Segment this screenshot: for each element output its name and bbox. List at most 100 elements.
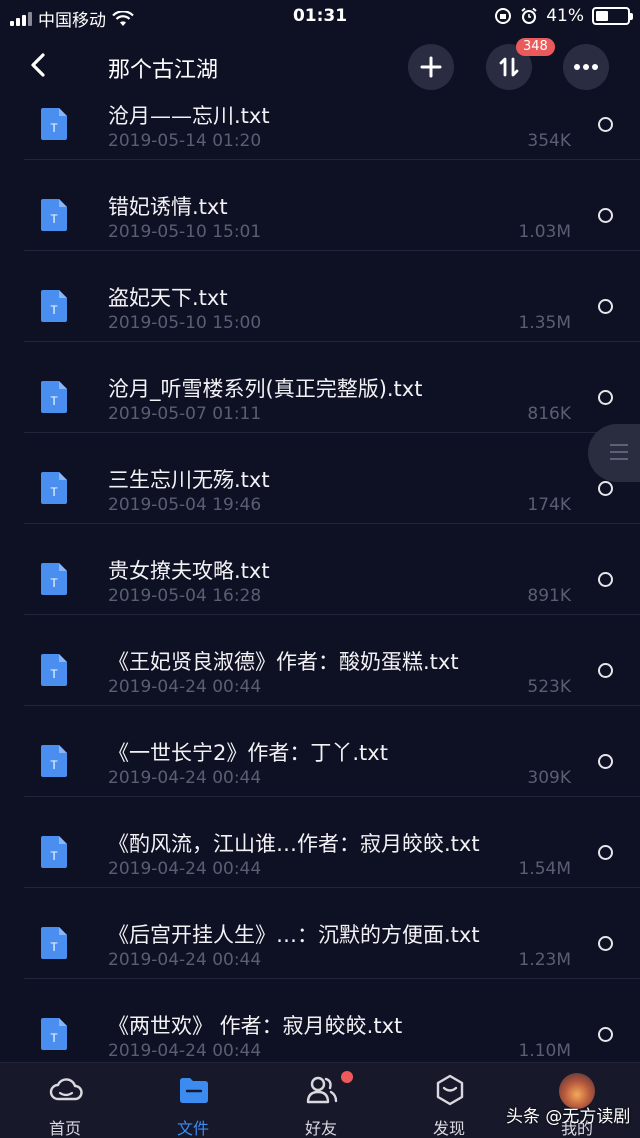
tab-files[interactable]: 文件 (153, 1063, 233, 1138)
file-name: 贵女撩夫攻略.txt (108, 559, 270, 583)
file-list[interactable]: T 沧月——忘川.txt 2019-05-14 01:20 354K T 错妃诱情.txt… (0, 88, 640, 1062)
tab-friends-label: 好友 (304, 1119, 337, 1138)
page-title: 那个古江湖 (108, 58, 219, 83)
svg-text:T: T (50, 303, 58, 317)
file-row[interactable]: T 盗妃天下.txt 2019-05-10 15:00 1.35M (0, 251, 640, 342)
file-size: 1.23M (518, 950, 571, 970)
svg-text:T: T (50, 576, 58, 590)
svg-text:T: T (50, 394, 58, 408)
select-radio[interactable] (598, 663, 613, 678)
friends-icon (306, 1076, 338, 1104)
file-name: 沧月——忘川.txt (108, 104, 270, 128)
file-date: 2019-05-10 15:00 (108, 313, 262, 333)
more-button[interactable] (563, 44, 609, 90)
file-size: 1.54M (518, 859, 571, 879)
file-name: 盗妃天下.txt (108, 286, 228, 310)
discover-icon (436, 1074, 464, 1106)
svg-text:T: T (50, 1031, 58, 1045)
notification-dot (341, 1071, 353, 1083)
txt-file-icon: T (41, 108, 67, 140)
txt-file-icon: T (41, 745, 67, 777)
file-date: 2019-04-24 00:44 (108, 1041, 262, 1061)
tab-friends[interactable]: 好友 (281, 1063, 361, 1138)
txt-file-icon: T (41, 472, 67, 504)
svg-text:T: T (50, 849, 58, 863)
file-size: 1.10M (518, 1041, 571, 1061)
file-row[interactable]: T 沧月_听雪楼系列(真正完整版).txt 2019-05-07 01:11 816K (0, 342, 640, 433)
file-size: 1.03M (518, 222, 571, 242)
file-row[interactable]: T 《王妃贤良淑德》作者：酸奶蛋糕.txt 2019-04-24 00:44 523K (0, 615, 640, 706)
svg-text:T: T (50, 940, 58, 954)
back-icon[interactable] (24, 50, 54, 80)
more-icon (574, 64, 598, 70)
select-radio[interactable] (598, 936, 613, 951)
select-radio[interactable] (598, 117, 613, 132)
txt-file-icon: T (41, 927, 67, 959)
select-radio[interactable] (598, 754, 613, 769)
tab-discover[interactable]: 发现 (409, 1063, 489, 1138)
file-row[interactable]: T 《酌风流，江山谁…作者：寂月皎皎.txt 2019-04-24 00:44 1.5… (0, 797, 640, 888)
alarm-icon (521, 7, 537, 24)
file-date: 2019-04-24 00:44 (108, 859, 262, 879)
file-name: 《王妃贤良淑德》作者：酸奶蛋糕.txt (108, 650, 459, 674)
select-radio[interactable] (598, 208, 613, 223)
svg-text:T: T (50, 121, 58, 135)
tab-files-label: 文件 (176, 1119, 209, 1138)
file-size: 891K (527, 586, 571, 606)
file-date: 2019-04-24 00:44 (108, 768, 262, 788)
svg-text:T: T (50, 485, 58, 499)
txt-file-icon: T (41, 199, 67, 231)
select-radio[interactable] (598, 845, 613, 860)
file-date: 2019-04-24 00:44 (108, 677, 262, 697)
file-date: 2019-05-10 15:01 (108, 222, 262, 242)
file-name: 三生忘川无殇.txt (108, 468, 270, 492)
header: 那个古江湖 348 (0, 38, 640, 92)
file-date: 2019-05-14 01:20 (108, 131, 262, 151)
file-size: 174K (527, 495, 571, 515)
file-row[interactable]: T 《两世欢》 作者：寂月皎皎.txt 2019-04-24 00:44 1.10M (0, 979, 640, 1062)
file-name: 《两世欢》 作者：寂月皎皎.txt (108, 1014, 403, 1038)
file-name: 《一世长宁2》作者：丁丫.txt (108, 741, 388, 765)
file-size: 523K (527, 677, 571, 697)
select-radio[interactable] (598, 572, 613, 587)
txt-file-icon: T (41, 290, 67, 322)
tab-home-label: 首页 (48, 1119, 81, 1138)
file-name: 《酌风流，江山谁…作者：寂月皎皎.txt (108, 832, 480, 856)
txt-file-icon: T (41, 654, 67, 686)
svg-text:T: T (50, 212, 58, 226)
rotation-lock-icon (495, 8, 512, 24)
file-size: 354K (527, 131, 571, 151)
txt-file-icon: T (41, 1018, 67, 1050)
select-radio[interactable] (598, 481, 613, 496)
file-name: 《后宫开挂人生》…：沉默的方便面.txt (108, 923, 480, 947)
tab-home[interactable]: 首页 (25, 1063, 105, 1138)
file-row[interactable]: T 三生忘川无殇.txt 2019-05-04 19:46 174K (0, 433, 640, 524)
add-button[interactable] (408, 44, 454, 90)
file-size: 1.35M (518, 313, 571, 333)
transfer-count-badge: 348 (516, 38, 555, 56)
side-drawer-handle[interactable] (588, 424, 640, 482)
file-row[interactable]: T 《一世长宁2》作者：丁丫.txt 2019-04-24 00:44 309K (0, 706, 640, 797)
folder-icon (180, 1078, 208, 1103)
file-row[interactable]: T 错妃诱情.txt 2019-05-10 15:01 1.03M (0, 160, 640, 251)
file-size: 816K (527, 404, 571, 424)
transfer-icon (499, 57, 519, 77)
file-date: 2019-05-07 01:11 (108, 404, 262, 424)
file-name: 沧月_听雪楼系列(真正完整版).txt (108, 377, 423, 401)
file-row[interactable]: T 沧月——忘川.txt 2019-05-14 01:20 354K (0, 88, 640, 160)
file-name: 错妃诱情.txt (108, 195, 228, 219)
txt-file-icon: T (41, 381, 67, 413)
file-date: 2019-05-04 16:28 (108, 586, 262, 606)
file-row[interactable]: T 贵女撩夫攻略.txt 2019-05-04 16:28 891K (0, 524, 640, 615)
svg-text:T: T (50, 667, 58, 681)
select-radio[interactable] (598, 299, 613, 314)
select-radio[interactable] (598, 390, 613, 405)
file-row[interactable]: T 《后宫开挂人生》…：沉默的方便面.txt 2019-04-24 00:44 1.2… (0, 888, 640, 979)
battery-percent: 41% (546, 6, 584, 26)
file-date: 2019-05-04 19:46 (108, 495, 262, 515)
txt-file-icon: T (41, 563, 67, 595)
cloud-icon (49, 1078, 83, 1101)
transfer-button[interactable]: 348 (486, 38, 555, 90)
status-bar: 中国移动 01:31 41% (0, 0, 640, 34)
select-radio[interactable] (598, 1027, 613, 1042)
